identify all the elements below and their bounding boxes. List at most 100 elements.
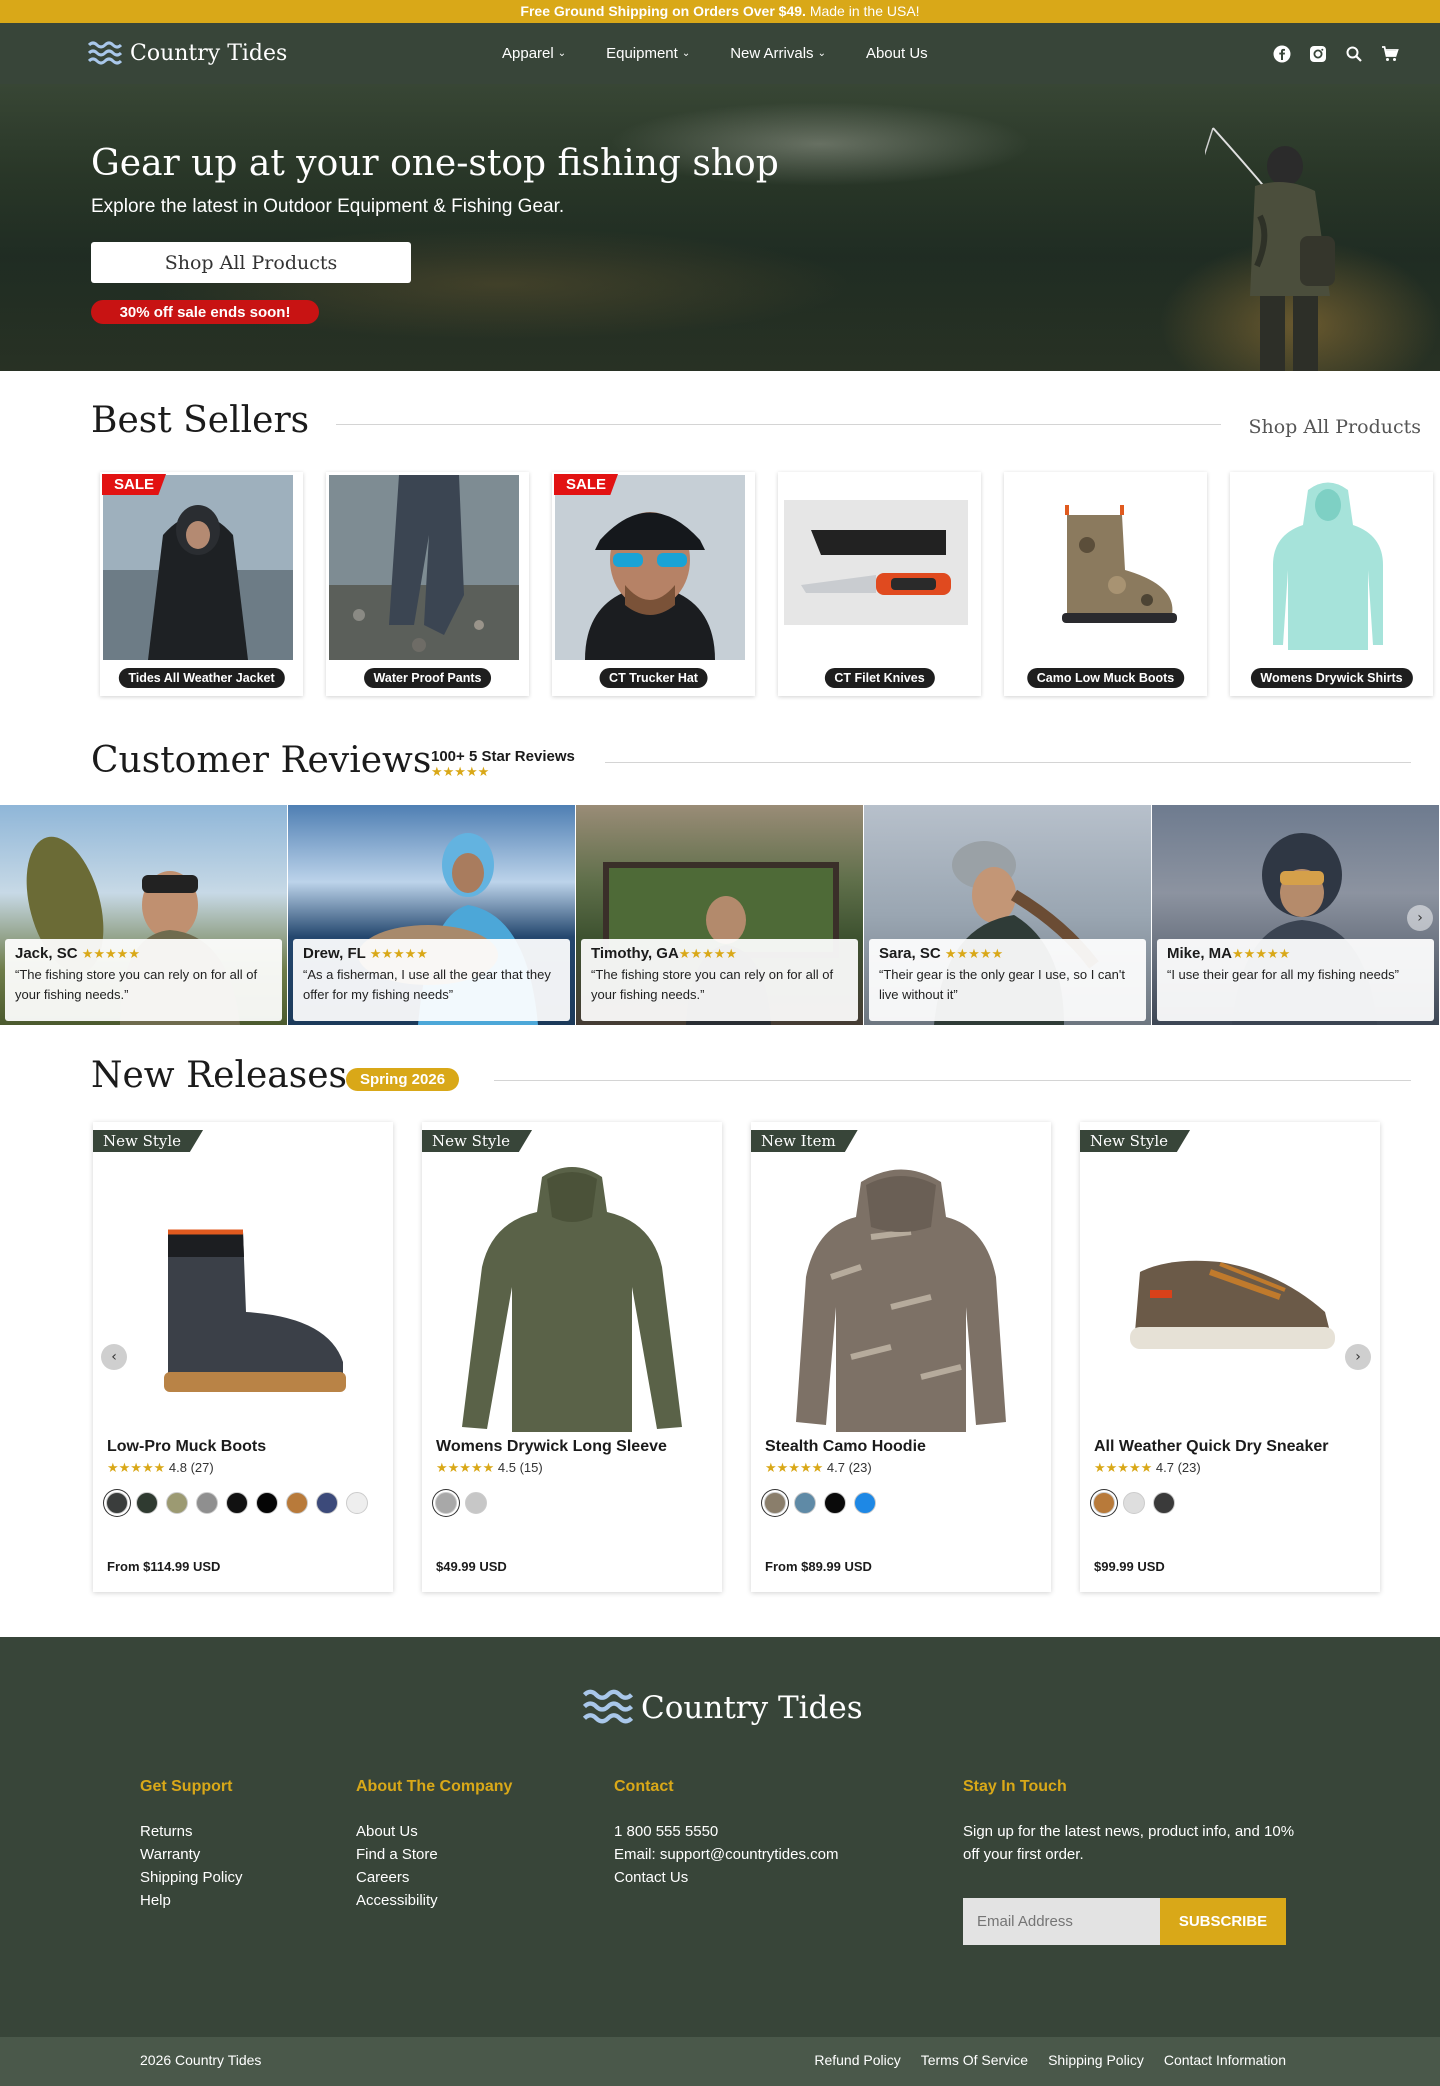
- color-swatch[interactable]: [196, 1492, 218, 1514]
- footer-link-about-us[interactable]: About Us: [356, 1820, 512, 1843]
- season-badge: Spring 2026: [346, 1068, 460, 1091]
- product-card[interactable]: Water Proof Pants: [326, 472, 529, 696]
- rating-value: 4.5 (15): [497, 1460, 543, 1475]
- new-releases-header: New Releases Spring 2026: [91, 1055, 1411, 1105]
- shop-all-products-link[interactable]: Shop All Products: [1248, 416, 1421, 438]
- header-icons: [1272, 23, 1400, 84]
- product-card[interactable]: SALE Tides All Weather Jacket: [100, 472, 303, 696]
- review-stars: ★★★★★: [1232, 946, 1291, 961]
- product-price: From $89.99 USD: [765, 1559, 872, 1574]
- footer-link-refund-policy[interactable]: Refund Policy: [814, 2052, 900, 2068]
- footer-link-careers[interactable]: Careers: [356, 1866, 512, 1889]
- product-card[interactable]: New Item Stealth Camo Hoodie ★★★★★ 4.7 (…: [751, 1122, 1051, 1592]
- shop-all-products-button[interactable]: Shop All Products: [91, 242, 411, 283]
- product-price: $99.99 USD: [1094, 1559, 1165, 1574]
- rating-stars: ★★★★★: [107, 1460, 166, 1475]
- reviews-next-arrow[interactable]: ›: [1407, 905, 1433, 931]
- color-swatch[interactable]: [465, 1492, 487, 1514]
- product-name: Womens Drywick Long Sleeve: [436, 1438, 667, 1455]
- product-name: Low-Pro Muck Boots: [107, 1438, 267, 1455]
- color-swatch[interactable]: [824, 1492, 846, 1514]
- nav-apparel[interactable]: Apparel ⌄: [502, 45, 566, 62]
- sale-badge: SALE: [554, 474, 619, 495]
- review-box: Sara, SC ★★★★★ “Their gear is the only g…: [869, 939, 1146, 1021]
- product-card[interactable]: New Style Womens Drywick Long Sleeve ★★★…: [422, 1122, 722, 1592]
- instagram-icon[interactable]: [1308, 44, 1328, 64]
- divider: [605, 762, 1411, 763]
- product-label: Tides All Weather Jacket: [118, 668, 285, 688]
- product-card[interactable]: CT Filet Knives: [778, 472, 981, 696]
- color-swatch[interactable]: [166, 1492, 188, 1514]
- footer-link-shipping-policy[interactable]: Shipping Policy: [140, 1866, 243, 1889]
- color-swatch[interactable]: [1093, 1492, 1115, 1514]
- rating-value: 4.7 (23): [826, 1460, 872, 1475]
- hero-subtitle: Explore the latest in Outdoor Equipment …: [91, 196, 565, 217]
- footer-link-contact-information[interactable]: Contact Information: [1164, 2052, 1286, 2068]
- product-label: CT Trucker Hat: [599, 668, 708, 688]
- reviews-header: Customer Reviews 100+ 5 Star Reviews ★★★…: [91, 740, 1411, 788]
- review-stars: ★★★★★: [81, 946, 140, 961]
- subscribe-button[interactable]: SUBSCRIBE: [1160, 1898, 1286, 1945]
- nav-equipment[interactable]: Equipment ⌄: [606, 45, 690, 62]
- divider: [494, 1080, 1411, 1081]
- product-card[interactable]: New Style Low-Pro Muck Boots ★★★★★ 4.8 (…: [93, 1122, 393, 1592]
- email-field[interactable]: [963, 1898, 1160, 1945]
- trucker-hat-image: [555, 475, 745, 660]
- color-swatch[interactable]: [854, 1492, 876, 1514]
- color-swatch[interactable]: [316, 1492, 338, 1514]
- footer-link-warranty[interactable]: Warranty: [140, 1843, 243, 1866]
- reviewer-name: Mike, MA: [1167, 945, 1233, 962]
- color-swatch[interactable]: [794, 1492, 816, 1514]
- sale-announcement-pill: 30% off sale ends soon!: [91, 300, 319, 324]
- footer-link-find-store[interactable]: Find a Store: [356, 1843, 512, 1866]
- review-card: Timothy, GA★★★★★ “The fishing store you …: [576, 805, 864, 1025]
- footer-link-terms-of-service[interactable]: Terms Of Service: [921, 2052, 1028, 2068]
- facebook-icon[interactable]: [1272, 44, 1292, 64]
- reviews-count: 100+ 5 Star Reviews: [431, 748, 575, 765]
- footer-support-column: Get Support Returns Warranty Shipping Po…: [140, 1778, 243, 1912]
- product-tag: New Style: [422, 1130, 533, 1152]
- main-nav: Apparel ⌄ Equipment ⌄ New Arrivals ⌄ About …: [502, 23, 968, 84]
- carousel-next-arrow[interactable]: ›: [1345, 1344, 1371, 1370]
- product-label: CT Filet Knives: [824, 668, 935, 688]
- footer-link-shipping-policy[interactable]: Shipping Policy: [1048, 2052, 1144, 2068]
- announcement-bold: Free Ground Shipping on Orders Over $49.: [520, 3, 806, 19]
- long-sleeve-image: [442, 1152, 702, 1452]
- color-swatch[interactable]: [1123, 1492, 1145, 1514]
- review-card: Drew, FL ★★★★★ “As a fisherman, I use al…: [288, 805, 576, 1025]
- product-card[interactable]: New Style All Weather Quick Dry Sneaker …: [1080, 1122, 1380, 1592]
- footer-heading: Contact: [614, 1778, 674, 1795]
- chevron-down-icon: ⌄: [557, 48, 567, 59]
- cart-icon[interactable]: [1380, 44, 1400, 64]
- footer-link-accessibility[interactable]: Accessibility: [356, 1889, 512, 1912]
- color-swatch[interactable]: [435, 1492, 457, 1514]
- product-rating: ★★★★★ 4.5 (15): [436, 1460, 543, 1476]
- footer-logo[interactable]: Country Tides: [583, 1687, 863, 1729]
- footer-link-help[interactable]: Help: [140, 1889, 243, 1912]
- color-swatch[interactable]: [106, 1492, 128, 1514]
- nav-label: Apparel: [502, 45, 554, 62]
- nav-new-arrivals[interactable]: New Arrivals ⌄: [730, 45, 826, 62]
- search-icon[interactable]: [1344, 44, 1364, 64]
- sale-badge: SALE: [102, 474, 167, 495]
- new-releases-title: New Releases: [91, 1055, 348, 1096]
- review-stars: ★★★★★: [944, 946, 1004, 961]
- color-swatch[interactable]: [346, 1492, 368, 1514]
- footer-link-returns[interactable]: Returns: [140, 1820, 243, 1843]
- product-card[interactable]: SALE CT Trucker Hat: [552, 472, 755, 696]
- color-swatch[interactable]: [226, 1492, 248, 1514]
- product-card[interactable]: Camo Low Muck Boots: [1004, 472, 1207, 696]
- color-swatch[interactable]: [256, 1492, 278, 1514]
- color-swatch[interactable]: [764, 1492, 786, 1514]
- color-swatch[interactable]: [136, 1492, 158, 1514]
- brand-logo[interactable]: Country Tides: [88, 40, 287, 68]
- carousel-prev-arrow[interactable]: ‹: [101, 1344, 127, 1370]
- camo-boots-image: [1007, 475, 1197, 660]
- nav-about-us[interactable]: About Us: [866, 45, 928, 62]
- color-swatch[interactable]: [1153, 1492, 1175, 1514]
- footer-link-contact-us[interactable]: Contact Us: [614, 1866, 838, 1889]
- footer-company-column: About The Company About Us Find a Store …: [356, 1778, 512, 1912]
- product-card[interactable]: Womens Drywick Shirts: [1230, 472, 1433, 696]
- color-swatch[interactable]: [286, 1492, 308, 1514]
- rating-stars: ★★★★★: [765, 1460, 824, 1475]
